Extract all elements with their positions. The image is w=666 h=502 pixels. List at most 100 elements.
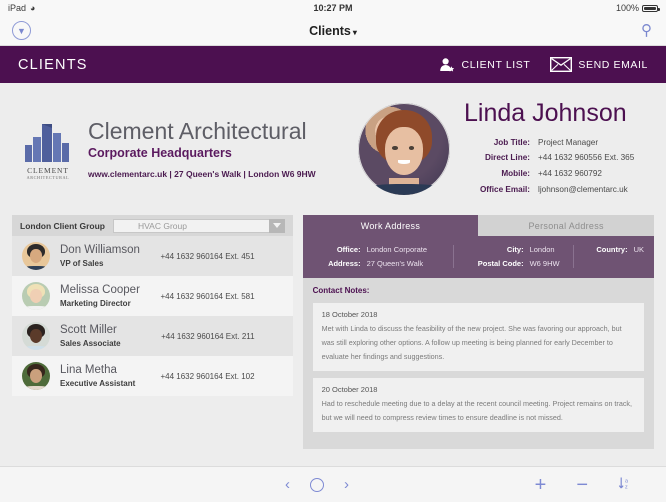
table-row[interactable]: Don Williamson VP of Sales +44 1632 9601… [12, 236, 293, 276]
address-column-1: Office: London Corporate Address: 27 Que… [313, 245, 453, 268]
client-title: Executive Assistant [60, 378, 136, 388]
address-field: City: London [466, 245, 573, 254]
logo-subtitle: ARCHITECTURAL [26, 174, 70, 180]
tab-work-address[interactable]: Work Address [302, 215, 479, 236]
address-tabs: Work Address Personal Address [302, 215, 655, 236]
note-body: Met with Linda to discuss the feasibilit… [321, 324, 622, 362]
client-phone: +44 1632 960164 Ext. 211 [161, 331, 255, 341]
client-name: Don Williamson [60, 244, 140, 257]
envelope-icon [550, 57, 573, 72]
status-bar-right: 100% [615, 3, 660, 13]
address-field-value: London Corporate [366, 245, 428, 254]
table-row[interactable]: Lina Metha Executive Assistant +44 1632 … [12, 356, 293, 396]
contact-name: Linda Johnson [464, 98, 627, 127]
page-title: CLIENTS [18, 56, 88, 73]
chevron-down-icon[interactable] [268, 218, 285, 233]
client-list-panel: London Client Group HVAC Group Don Willi… [12, 215, 293, 449]
header-actions: CLIENT LIST SEND EMAIL [439, 57, 648, 73]
address-field-label: Country: [596, 245, 628, 254]
app-header: CLIENTS CLIENT LIST SEND EMAIL [0, 46, 666, 83]
contact-field: Direct Line: +44 1632 960556 Ext. 365 [464, 150, 634, 166]
address-field-value: W6 9HW [529, 259, 560, 268]
address-field-label: Office: [336, 245, 361, 254]
client-info: Melissa Cooper Marketing Director [60, 284, 150, 307]
chevron-left-icon[interactable]: ‹ [285, 477, 290, 492]
address-field-value: UK [633, 245, 644, 254]
address-field-value: London [529, 245, 555, 254]
client-group-label: London Client Group [20, 220, 105, 231]
battery-percent-label: 100% [615, 3, 639, 13]
company-name: Clement Architectural [88, 117, 307, 144]
circle-icon[interactable] [310, 477, 324, 492]
toolbar-action-group: + − a z [535, 475, 666, 495]
contact-block: Linda Johnson Job Title: Project Manager… [358, 98, 634, 198]
contact-field-label: Mobile: [501, 169, 530, 178]
svg-text:z: z [625, 484, 628, 490]
client-name: Lina Metha [60, 364, 117, 377]
client-group-selected-value: HVAC Group [137, 220, 187, 231]
company-text: Clement Architectural Corporate Headquar… [88, 117, 316, 180]
contact-field-label: Office Email: [479, 184, 530, 194]
contact-field-value: +44 1632 960792 [538, 169, 602, 178]
table-row[interactable]: Melissa Cooper Marketing Director +44 16… [12, 276, 293, 316]
person-star-icon [439, 57, 456, 73]
plus-icon[interactable]: + [535, 475, 547, 495]
status-bar-time: 10:27 PM [313, 3, 353, 13]
address-field: Address: 27 Queen's Walk [313, 259, 453, 268]
client-group-bar: London Client Group HVAC Group [12, 215, 293, 236]
note-body: Had to reschedule meeting due to a delay… [321, 399, 633, 423]
client-list-label: CLIENT LIST [461, 58, 531, 71]
contact-photo [358, 103, 450, 195]
client-title: Sales Associate [60, 338, 121, 348]
client-name: Melissa Cooper [60, 284, 140, 297]
client-info: Scott Miller Sales Associate [60, 324, 151, 347]
client-phone: +44 1632 960164 Ext. 102 [160, 371, 255, 381]
note-date: 18 October 2018 [321, 310, 378, 319]
client-list-button[interactable]: CLIENT LIST [439, 57, 531, 73]
navigation-bar: ▼ Clients ▾ ⚲ [0, 16, 666, 46]
avatar [22, 322, 50, 350]
list-item: 20 October 2018 Had to reschedule meetin… [312, 378, 644, 433]
status-bar-left: iPad ◕ [8, 3, 35, 13]
contact-notes-section: Contact Notes: 18 October 2018 Met with … [302, 278, 654, 450]
chevron-right-icon[interactable]: › [344, 477, 349, 492]
address-field: Office: London Corporate [313, 245, 453, 254]
address-column-2: City: London Postal Code: W6 9HW [452, 245, 573, 268]
send-email-button[interactable]: SEND EMAIL [550, 57, 648, 72]
tab-personal-address[interactable]: Personal Address [478, 215, 655, 236]
contact-details: Linda Johnson Job Title: Project Manager… [464, 98, 634, 198]
client-info: Lina Metha Executive Assistant [60, 364, 150, 387]
ipad-screen: iPad ◕ 10:27 PM 100% ▼ Clients ▾ ⚲ CLIENT… [0, 0, 666, 502]
panels-row: London Client Group HVAC Group Don Willi… [0, 215, 666, 450]
address-field-label: Address: [328, 259, 361, 268]
device-label: iPad [8, 3, 27, 13]
address-field-label: Postal Code: [477, 259, 524, 268]
wifi-icon: ◕ [30, 3, 36, 13]
logo-name: CLEMENT [27, 165, 69, 175]
status-bar: iPad ◕ 10:27 PM 100% [0, 0, 666, 16]
client-phone: +44 1632 960164 Ext. 581 [160, 291, 255, 301]
minus-icon[interactable]: − [576, 475, 588, 495]
address-field-label: City: [506, 245, 524, 254]
toolbar-nav-group: ‹ › [285, 477, 349, 492]
contact-field-value: Project Manager [538, 137, 599, 147]
avatar [22, 282, 50, 310]
nav-title[interactable]: Clients ▾ [0, 24, 666, 38]
contact-field-label: Direct Line: [484, 153, 530, 163]
list-item: 18 October 2018 Met with Linda to discus… [312, 303, 644, 372]
contact-field: Mobile: +44 1632 960792 [464, 166, 634, 182]
address-column-3: Country: UK [572, 245, 644, 268]
address-field-value: 27 Queen's Walk [366, 259, 424, 268]
client-title: Marketing Director [60, 298, 131, 308]
client-group-select[interactable]: HVAC Group [112, 218, 285, 233]
address-panel: Office: London Corporate Address: 27 Que… [302, 236, 654, 278]
company-block: CLEMENT ARCHITECTURAL Clement Architectu… [14, 117, 352, 180]
avatar [22, 362, 50, 390]
building-logo-icon: CLEMENT ARCHITECTURAL [22, 119, 74, 180]
client-title: VP of Sales [60, 258, 104, 268]
note-date: 20 October 2018 [321, 385, 378, 395]
send-email-label: SEND EMAIL [578, 58, 648, 71]
bottom-toolbar: ‹ › + − a z [0, 466, 666, 502]
table-row[interactable]: Scott Miller Sales Associate +44 1632 96… [12, 316, 293, 356]
sort-az-icon[interactable]: a z [618, 476, 632, 493]
